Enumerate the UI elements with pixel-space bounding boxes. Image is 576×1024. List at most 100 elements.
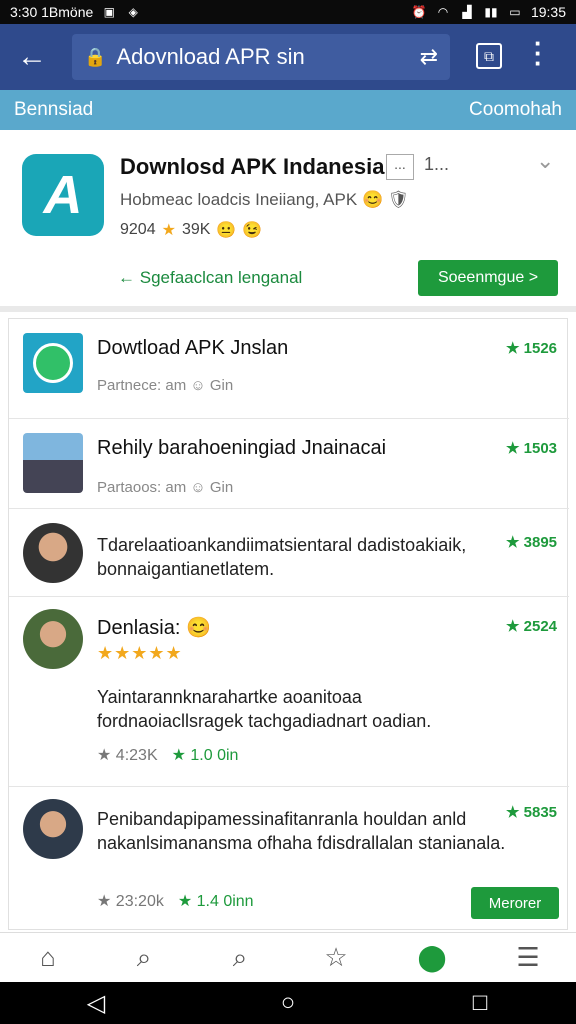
list-item-rating: ★ 3895 [506, 534, 557, 551]
star-icon: ★ [97, 747, 112, 764]
status-time: 19:35 [530, 4, 566, 20]
hero-link[interactable]: ← Sgefaaclcan lenganal [118, 268, 302, 288]
stat-1: ★ 4:23K [97, 745, 158, 765]
more-vert-icon[interactable]: · · · [534, 30, 543, 76]
wink-emoji-icon: 😉 [242, 222, 263, 239]
app-meta: 9204 ★ 39K 😐 😉 [120, 220, 262, 240]
meta-rating: 39K [181, 221, 211, 238]
star-icon: ★ [177, 893, 193, 910]
home-icon[interactable]: ⌂ [26, 938, 70, 978]
list-item[interactable]: Dowtload APK Jnslan Partnece: am ☺ Gin ★… [9, 319, 569, 419]
list-item[interactable]: Penibandapipamessinafitanranla houldan a… [9, 787, 569, 931]
recents-square-icon[interactable]: □ [460, 989, 500, 1017]
stat-1-value: 23:20k [115, 893, 164, 910]
search-icon[interactable]: ⌕ [218, 938, 262, 978]
list-item-sub-text-2: Gin [209, 479, 234, 496]
list-item-stats: ★ 4:23K ★ 1.0 0in [97, 745, 238, 765]
stat-1: ★ 23:20k [97, 891, 164, 911]
tabs-icon[interactable]: ⧉ [476, 43, 502, 69]
list-item-sub-text: Partaoos: am [97, 479, 187, 496]
app-hero-card: A Downlosd APK Indanesia ... 1... ⌄ Hobm… [0, 130, 576, 312]
arrow-left-icon[interactable]: ← [10, 35, 54, 79]
signal-strength-icon: ▮▮ [484, 5, 498, 19]
star-icon[interactable]: ☆ [314, 938, 358, 978]
app-title: Downlosd APK Indanesia [120, 154, 385, 179]
app-subtitle-text: Hobmeac loadcis Ineiiang, APK [120, 190, 358, 209]
url-bar[interactable]: 🔒 Adovnload APR sin ⇄ [72, 34, 450, 80]
clock-icon: ☺ [190, 479, 206, 496]
status-left-text: 3:30 1Bmöne [10, 4, 94, 20]
list-item-text: Yaintarannknarahartke aoanitoaa fordnaoi… [97, 687, 432, 731]
content-list: Dowtload APK Jnslan Partnece: am ☺ Gin ★… [8, 318, 569, 931]
list-item[interactable]: Denlasia: 😊 ★★★★★ Yaintarannknarahartke … [9, 597, 569, 787]
lock-icon: 🔒 [84, 46, 107, 67]
home-circle-icon[interactable]: ○ [268, 989, 308, 1017]
list-item-title: Dowtload APK Jnslan [97, 337, 289, 359]
stat-2-value: 1.0 0in [190, 747, 239, 764]
chevron-down-icon[interactable]: ⌄ [536, 148, 554, 174]
list-item-text: Tdarelaatioankandiimatsientaral dadistoa… [97, 535, 467, 579]
star-icon: ★ [97, 893, 112, 910]
browser-toolbar: ← 🔒 Adovnload APR sin ⇄ ⧉ · · · [0, 24, 576, 90]
meta-count: 9204 [120, 221, 156, 238]
star-icon: ★ [171, 747, 186, 764]
signal-icon: ▟ [462, 5, 472, 19]
list-item-rating: ★ 1503 [506, 440, 557, 457]
list-item-sub-text: Partnece: am [97, 377, 187, 394]
url-text[interactable]: Adovnload APR sin [116, 44, 419, 70]
list-item-sub: Partnece: am ☺ Gin [97, 377, 233, 394]
star-icon: ★ [161, 222, 176, 239]
app-notification-icon: ◈ [128, 5, 138, 19]
avatar [23, 799, 83, 859]
section-left-label[interactable]: Bennsiad [14, 99, 93, 121]
hero-link-text[interactable]: Sgefaaclcan lenganal [140, 268, 303, 287]
stat-2-value: 1.4 0inn [196, 893, 254, 910]
person-thumbnail [23, 433, 83, 493]
list-item-title: Denlasia: 😊 [97, 615, 211, 640]
menu-icon[interactable]: ☰ [506, 938, 550, 978]
rating-stars: ★★★★★ [97, 643, 183, 663]
list-item-stats: ★ 23:20k ★ 1.4 0inn [97, 891, 254, 911]
app-logo-icon[interactable]: A [22, 154, 104, 236]
app-title-extra: 1... [424, 154, 450, 174]
back-triangle-icon[interactable]: ◁ [76, 989, 116, 1018]
app-subtitle: Hobmeac loadcis Ineiiang, APK 😊 🛡 [120, 190, 409, 210]
more-options-box[interactable]: ... [386, 154, 414, 180]
battery-icon: ▭ [509, 5, 521, 19]
list-item-sub: Partaoos: am ☺ Gin [97, 479, 233, 496]
system-navigation: ◁ ○ □ [0, 982, 576, 1024]
list-item-text: Penibandapipamessinafitanranla houldan a… [97, 809, 506, 853]
primary-action-button[interactable]: Soeenmgue > [418, 260, 558, 296]
share-icon[interactable]: ⇄ [420, 44, 438, 70]
alarm-icon: ⏰ [411, 5, 427, 19]
arrow-left-small-icon: ← [118, 268, 140, 287]
list-item[interactable]: Rehily barahoeningiad Jnainacai Partaoos… [9, 419, 569, 509]
smile-emoji-icon: 😊 [185, 617, 211, 639]
smile-emoji-icon: 😊 [361, 190, 384, 209]
app-thumbnail-icon [23, 333, 83, 393]
clock-icon: ☺ [190, 377, 206, 394]
more-button[interactable]: Merorer [471, 887, 559, 919]
avatar [23, 609, 83, 669]
list-item-sub-text-2: Gin [209, 377, 234, 394]
section-bar: Bennsiad Coomohah [0, 90, 576, 130]
search-icon[interactable]: ⌕ [122, 938, 166, 978]
emoji-icon: 😐 [216, 222, 237, 239]
list-item-rating: ★ 5835 [506, 804, 557, 821]
wifi-icon: ◠ [437, 5, 449, 19]
list-item-rating: ★ 2524 [506, 618, 557, 635]
list-item-rating: ★ 1526 [506, 340, 557, 357]
section-right-label[interactable]: Coomohah [469, 99, 562, 121]
stat-2: ★ 1.4 0inn [178, 891, 254, 911]
list-item-title-text: Denlasia: [97, 617, 181, 639]
list-item[interactable]: Tdarelaatioankandiimatsientaral dadistoa… [9, 509, 569, 597]
list-item-title: Rehily barahoeningiad Jnainacai [97, 437, 387, 459]
stat-2: ★ 1.0 0in [172, 745, 239, 765]
status-bar: 3:30 1Bmöne ▣ ◈ ⏰ ◠ ▟ ▮▮ ▭ 19:35 [0, 0, 576, 24]
notification-icon: ▣ [103, 5, 115, 19]
avatar [23, 523, 83, 583]
badge-icon: 🛡 [387, 190, 410, 209]
download-icon[interactable]: ⬤ [410, 938, 454, 978]
stat-1-value: 4:23K [115, 747, 158, 764]
bottom-navigation: ⌂ ⌕ ⌕ ☆ ⬤ ☰ [0, 932, 576, 982]
